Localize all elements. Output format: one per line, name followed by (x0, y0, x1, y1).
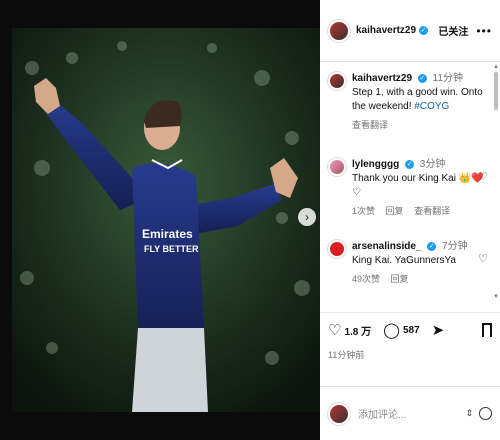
post-header: kaihavertz29 ✓ 已关注 ••• (320, 0, 500, 62)
caption-avatar[interactable] (328, 72, 346, 90)
verified-badge-icon: ✓ (405, 159, 415, 169)
comment-icon[interactable]: ◯ (383, 321, 400, 339)
comment-likes: 1次赞 (352, 206, 376, 216)
next-image-button[interactable]: › (298, 208, 316, 226)
caption-time: 11分钟 (432, 73, 463, 84)
like-comment-heart-icon[interactable]: ♡ (478, 252, 488, 265)
svg-text:Emirates: Emirates (142, 227, 193, 241)
add-comment-bar: 添加评论... ⇕ (320, 386, 500, 440)
comment-likes: 49次赞 (352, 274, 381, 284)
see-translation-link[interactable]: 查看翻译 (352, 118, 488, 132)
scrollbar-thumb[interactable] (494, 72, 498, 110)
posted-time: 11分钟前 (328, 350, 365, 360)
scroll-arrows-icon[interactable]: ⇕ (465, 408, 473, 419)
like-count[interactable]: 1.8 万 (344, 323, 371, 338)
add-comment-input[interactable]: 添加评论... (358, 406, 406, 421)
svg-text:FLY BETTER: FLY BETTER (144, 244, 199, 254)
following-button[interactable]: 已关注 (438, 23, 468, 38)
comment-text: King Kai. YaGunnersYa (352, 255, 456, 266)
verified-badge-icon: ✓ (419, 26, 429, 35)
comments-list[interactable]: ▲ ▼ kaihavertz29 ✓ 11分钟 Step 1, with a g… (320, 62, 500, 312)
comment-time: 7分钟 (442, 241, 468, 252)
share-icon[interactable]: ➤ (432, 321, 445, 339)
see-translation-link[interactable]: 查看翻译 (414, 206, 450, 216)
chevron-right-icon: › (305, 210, 309, 224)
comment-item: arsenalinside_ ✓ 7分钟 King Kai. YaGunners… (328, 240, 488, 286)
reply-button[interactable]: 回复 (386, 206, 404, 216)
post-side-panel: kaihavertz29 ✓ 已关注 ••• ▲ ▼ kaihavertz29 … (320, 0, 500, 440)
comment-item: lylengggg ✓ 3分钟 Thank you our King Kai 👑… (328, 158, 488, 218)
comment-count: 587 (402, 324, 420, 336)
caption: kaihavertz29 ✓ 11分钟 Step 1, with a good … (328, 72, 488, 132)
emoji-icon[interactable] (479, 407, 492, 420)
author-avatar[interactable] (328, 19, 350, 42)
commenter-avatar[interactable] (328, 158, 346, 176)
author-username[interactable]: kaihavertz29 (356, 25, 416, 36)
more-options-icon[interactable]: ••• (476, 24, 492, 38)
comment-time: 3分钟 (419, 159, 446, 170)
hashtag-link[interactable]: #COYG (414, 101, 449, 112)
current-user-avatar (328, 402, 350, 425)
comment-username[interactable]: lylengggg (352, 159, 399, 170)
bookmark-icon[interactable] (482, 323, 492, 341)
heart-icon[interactable]: ♡ (328, 321, 341, 339)
comment-text: Thank you our King Kai (352, 173, 456, 184)
post-actions: ♡ 1.8 万 ◯ 587 ➤ 11分钟前 (320, 312, 500, 361)
player-celebration-image: Emirates FLY BETTER (12, 28, 320, 412)
post-photo[interactable]: Emirates FLY BETTER (12, 28, 320, 412)
comment-username[interactable]: arsenalinside_ (352, 241, 421, 252)
reply-button[interactable]: 回复 (391, 274, 409, 284)
like-comment-heart-icon[interactable]: ♡ (478, 170, 488, 183)
media-panel: Emirates FLY BETTER › (0, 0, 320, 440)
verified-badge-icon: ✓ (427, 241, 437, 251)
commenter-avatar[interactable] (328, 240, 346, 258)
scroll-down-arrow[interactable]: ▼ (493, 294, 499, 300)
verified-badge-icon: ✓ (417, 73, 427, 83)
scroll-up-arrow[interactable]: ▲ (493, 64, 499, 70)
caption-username[interactable]: kaihavertz29 (352, 73, 412, 84)
